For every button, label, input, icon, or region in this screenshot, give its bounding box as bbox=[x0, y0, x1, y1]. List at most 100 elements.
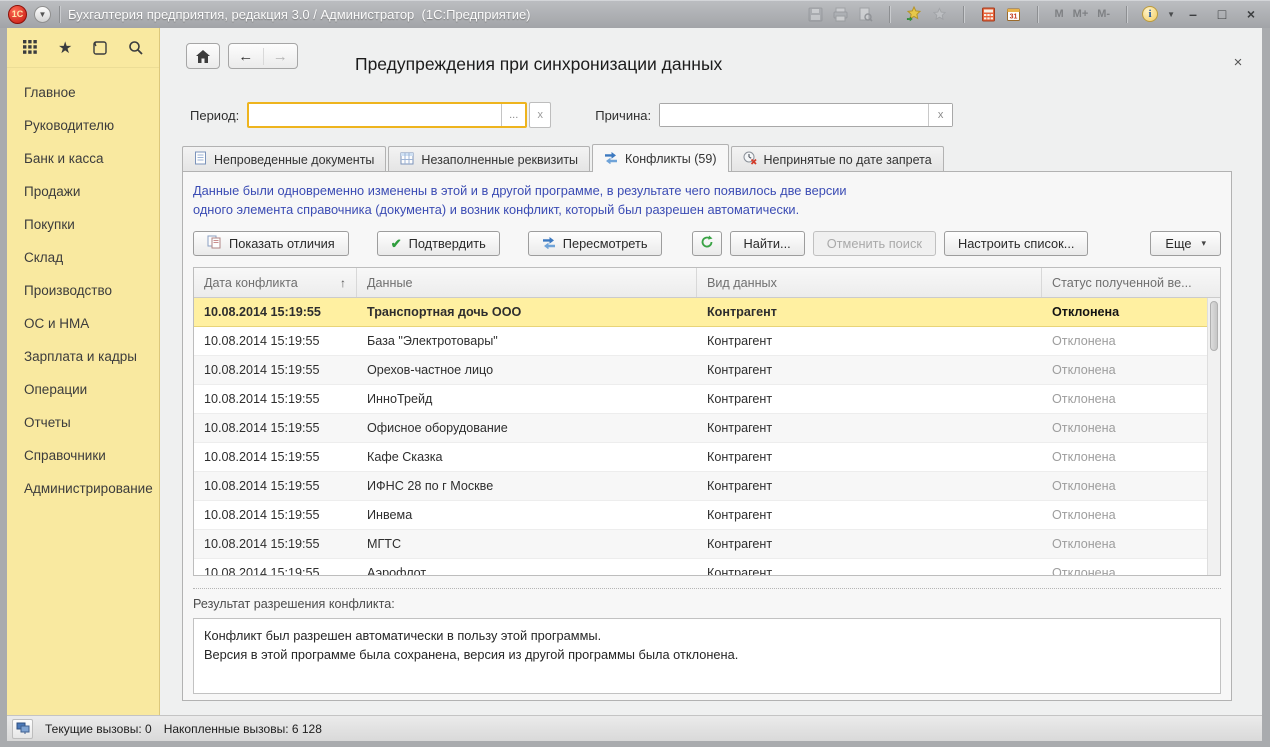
sidebar-item-rukovoditelyu[interactable]: Руководителю bbox=[7, 109, 159, 142]
show-differences-button[interactable]: Показать отличия bbox=[193, 231, 349, 256]
save-icon[interactable] bbox=[806, 5, 824, 23]
home-button[interactable] bbox=[186, 43, 220, 69]
table-row[interactable]: 10.08.2014 15:19:55 Инвема Контрагент От… bbox=[194, 501, 1207, 530]
column-header-date[interactable]: Дата конфликта ↑ bbox=[194, 268, 357, 297]
period-label: Период: bbox=[190, 108, 239, 123]
memory-minus-button[interactable]: M- bbox=[1096, 5, 1111, 23]
system-menu-button[interactable]: ▼ bbox=[34, 6, 51, 23]
cell-status: Отклонена bbox=[1042, 450, 1207, 464]
close-form-icon[interactable]: × bbox=[1228, 54, 1248, 71]
configure-list-button[interactable]: Настроить список... bbox=[944, 231, 1088, 256]
sidebar-item-otchety[interactable]: Отчеты bbox=[7, 406, 159, 439]
cell-kind: Контрагент bbox=[697, 566, 1042, 575]
column-header-status[interactable]: Статус полученной ве... bbox=[1042, 268, 1220, 297]
table-row[interactable]: 10.08.2014 15:19:55 ИнноТрейд Контрагент… bbox=[194, 385, 1207, 414]
favorites-icon[interactable] bbox=[930, 5, 948, 23]
button-label: Найти... bbox=[744, 236, 791, 251]
sidebar-item-administrirovanie[interactable]: Администрирование bbox=[7, 472, 159, 505]
table-row[interactable]: 10.08.2014 15:19:55 Транспортная дочь ОО… bbox=[194, 298, 1207, 327]
sidebar-sections: Главное Руководителю Банк и касса Продаж… bbox=[7, 68, 159, 505]
scrollbar-thumb[interactable] bbox=[1210, 301, 1218, 351]
tab-rejected-by-date[interactable]: Непринятые по дате запрета bbox=[731, 146, 944, 172]
period-input[interactable] bbox=[249, 104, 501, 126]
column-header-data[interactable]: Данные bbox=[357, 268, 697, 297]
sidebar-item-zarplata[interactable]: Зарплата и кадры bbox=[7, 340, 159, 373]
period-clear-button[interactable]: x bbox=[529, 102, 551, 128]
confirm-button[interactable]: ✔ Подтвердить bbox=[377, 231, 500, 256]
tab-unposted-documents[interactable]: Непроведенные документы bbox=[182, 146, 386, 172]
sidebar-item-operacii[interactable]: Операции bbox=[7, 373, 159, 406]
splitter[interactable] bbox=[193, 588, 1221, 589]
vertical-scrollbar[interactable] bbox=[1207, 298, 1220, 575]
table-row[interactable]: 10.08.2014 15:19:55 База "Электротовары"… bbox=[194, 327, 1207, 356]
table-row[interactable]: 10.08.2014 15:19:55 МГТС Контрагент Откл… bbox=[194, 530, 1207, 559]
reason-input[interactable] bbox=[660, 104, 928, 126]
memory-recall-button[interactable]: M bbox=[1053, 5, 1064, 23]
cell-kind: Контрагент bbox=[697, 508, 1042, 522]
tab-conflicts[interactable]: Конфликты (59) bbox=[592, 144, 728, 172]
period-choose-button[interactable]: ... bbox=[501, 104, 525, 126]
print-icon[interactable] bbox=[831, 5, 849, 23]
cancel-search-button[interactable]: Отменить поиск bbox=[813, 231, 936, 256]
column-header-kind[interactable]: Вид данных bbox=[697, 268, 1042, 297]
cell-date: 10.08.2014 15:19:55 bbox=[194, 566, 357, 575]
sidebar-item-prodazhi[interactable]: Продажи bbox=[7, 175, 159, 208]
favorites-star-icon[interactable]: ★ bbox=[58, 39, 72, 57]
sidebar-item-glavnoe[interactable]: Главное bbox=[7, 76, 159, 109]
nav-buttons: ← → bbox=[186, 43, 298, 69]
maximize-button[interactable]: □ bbox=[1211, 5, 1233, 23]
cell-status: Отклонена bbox=[1042, 537, 1207, 551]
memory-plus-button[interactable]: M+ bbox=[1072, 5, 1090, 23]
minimize-button[interactable]: – bbox=[1182, 5, 1204, 23]
info-icon[interactable]: i bbox=[1142, 6, 1158, 22]
more-button[interactable]: Еще ▾ bbox=[1150, 231, 1221, 256]
cell-kind: Контрагент bbox=[697, 421, 1042, 435]
titlebar-separator bbox=[1126, 6, 1127, 23]
forward-button[interactable]: → bbox=[263, 48, 298, 65]
search-icon[interactable] bbox=[128, 39, 144, 57]
sidebar-item-pokupki[interactable]: Покупки bbox=[7, 208, 159, 241]
sidebar-item-spravochniki[interactable]: Справочники bbox=[7, 439, 159, 472]
sidebar-item-proizvodstvo[interactable]: Производство bbox=[7, 274, 159, 307]
tab-unfilled-attributes[interactable]: Незаполненные реквизиты bbox=[388, 146, 590, 172]
info-dropdown-icon[interactable]: ▼ bbox=[1167, 10, 1175, 19]
cell-kind: Контрагент bbox=[697, 479, 1042, 493]
main-area: ← → Предупреждения при синхронизации дан… bbox=[160, 28, 1262, 715]
sidebar-item-bank-i-kassa[interactable]: Банк и касса bbox=[7, 142, 159, 175]
table-row[interactable]: 10.08.2014 15:19:55 Аэрофлот Контрагент … bbox=[194, 559, 1207, 575]
button-label: Показать отличия bbox=[229, 236, 335, 251]
sidebar-item-os-i-nma[interactable]: ОС и НМА bbox=[7, 307, 159, 340]
table-row[interactable]: 10.08.2014 15:19:55 ИФНС 28 по г Москве … bbox=[194, 472, 1207, 501]
history-icon[interactable] bbox=[92, 39, 108, 57]
titlebar-actions: 31 M M+ M- i ▼ – □ × bbox=[806, 5, 1262, 23]
status-bar: Текущие вызовы: 0 Накопленные вызовы: 6 … bbox=[7, 715, 1262, 741]
button-label: Еще bbox=[1165, 236, 1191, 251]
table-row[interactable]: 10.08.2014 15:19:55 Орехов-частное лицо … bbox=[194, 356, 1207, 385]
reason-field-wrapper: x bbox=[659, 103, 953, 127]
refresh-button[interactable] bbox=[692, 231, 722, 256]
sidebar-item-sklad[interactable]: Склад bbox=[7, 241, 159, 274]
reason-clear-button[interactable]: x bbox=[928, 104, 952, 126]
table-row[interactable]: 10.08.2014 15:19:55 Кафе Сказка Контраге… bbox=[194, 443, 1207, 472]
titlebar-separator bbox=[59, 6, 60, 23]
conflicts-panel: Данные были одновременно изменены в этой… bbox=[182, 171, 1232, 701]
add-favorite-icon[interactable] bbox=[905, 5, 923, 23]
tab-label: Непринятые по дате запрета bbox=[764, 153, 932, 167]
diff-pages-icon bbox=[207, 235, 222, 252]
server-calls-icon[interactable] bbox=[12, 719, 33, 739]
cell-date: 10.08.2014 15:19:55 bbox=[194, 479, 357, 493]
close-window-button[interactable]: × bbox=[1240, 5, 1262, 23]
cell-data: Кафе Сказка bbox=[357, 450, 697, 464]
calculator-icon[interactable] bbox=[979, 5, 997, 23]
print-preview-icon[interactable] bbox=[856, 5, 874, 23]
history-nav-group: ← → bbox=[228, 43, 298, 69]
cell-data: Транспортная дочь ООО bbox=[357, 305, 697, 319]
sections-menu-icon[interactable] bbox=[23, 39, 38, 57]
back-button[interactable]: ← bbox=[229, 48, 263, 65]
table-row[interactable]: 10.08.2014 15:19:55 Офисное оборудование… bbox=[194, 414, 1207, 443]
table-icon bbox=[400, 152, 414, 168]
find-button[interactable]: Найти... bbox=[730, 231, 805, 256]
calendar-icon[interactable]: 31 bbox=[1004, 5, 1022, 23]
cell-kind: Контрагент bbox=[697, 537, 1042, 551]
review-button[interactable]: Пересмотреть bbox=[528, 231, 662, 256]
